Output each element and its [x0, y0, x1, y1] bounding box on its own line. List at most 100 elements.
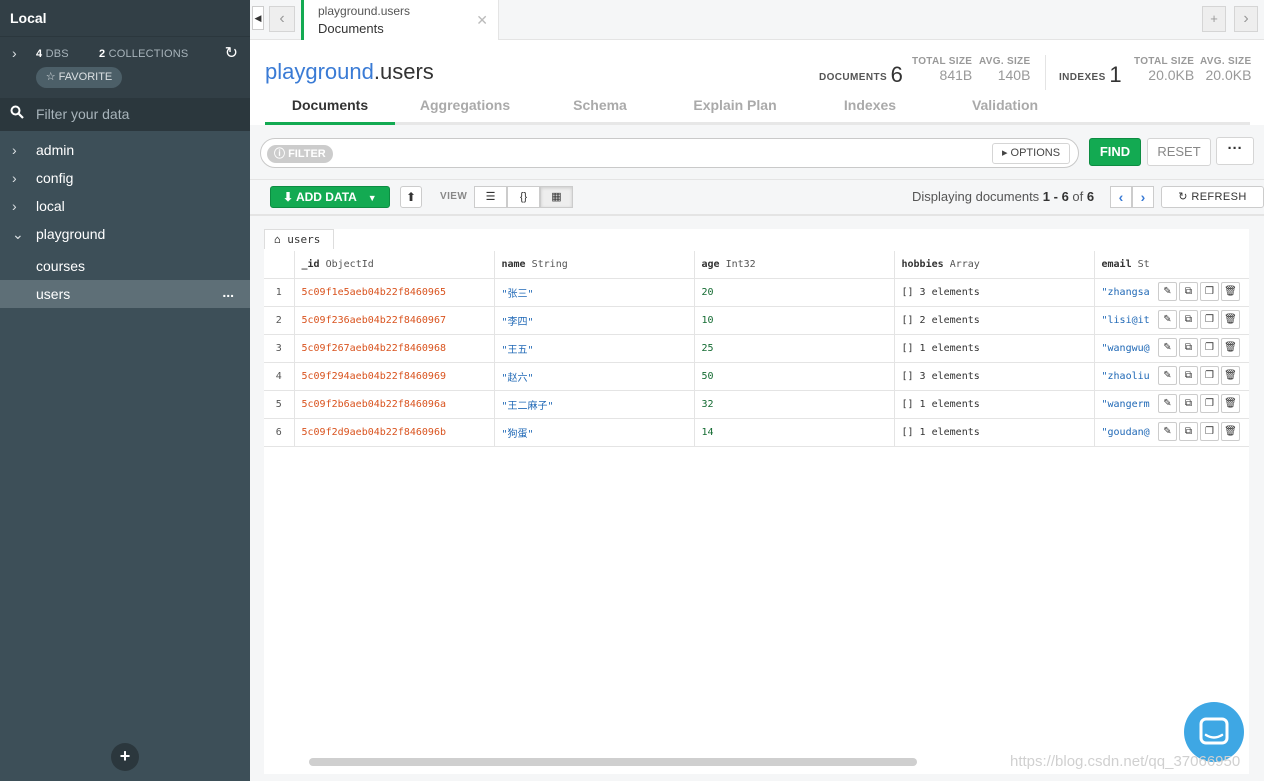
favorite-button[interactable]: ☆ FAVORITE — [36, 67, 122, 88]
trash-icon[interactable]: 🗑 — [1221, 394, 1240, 413]
add-database-button[interactable]: + — [111, 743, 139, 771]
tab-explain-plan[interactable]: Explain Plan — [670, 97, 800, 113]
list-view-icon[interactable]: ☰ — [474, 186, 507, 208]
filter-input[interactable]: ⓘ FILTER ▸ OPTIONS — [260, 138, 1079, 168]
tab-documents[interactable]: Documents — [265, 97, 395, 113]
next-page-button[interactable]: › — [1132, 186, 1154, 208]
cell-hobbies[interactable]: [] 1 elements — [894, 390, 1095, 419]
edit-icon[interactable]: ✎ — [1158, 366, 1177, 385]
table-row[interactable]: 3 5c09f267aeb04b22f8460968 "王五" 25 [] 1 … — [264, 334, 1249, 363]
trash-icon[interactable]: 🗑 — [1221, 338, 1240, 357]
table-row[interactable]: 6 5c09f2d9aeb04b22f846096b "狗蛋" 14 [] 1 … — [264, 418, 1249, 447]
tab-playground-users[interactable]: playground.users Documents ✕ — [301, 0, 499, 40]
sidebar-filter-input[interactable] — [36, 104, 236, 124]
cell-age[interactable]: 25 — [694, 334, 895, 363]
cell-name[interactable]: "王五" — [494, 334, 695, 363]
table-view-icon[interactable]: ▦ — [540, 186, 573, 208]
sidebar-item-admin[interactable]: › admin — [0, 136, 250, 164]
sidebar-item-local[interactable]: › local — [0, 192, 250, 220]
column-header[interactable]: email St — [1094, 251, 1249, 279]
column-header[interactable]: _id ObjectId — [294, 251, 495, 279]
tab-back-button[interactable]: ‹ — [269, 6, 295, 32]
trash-icon[interactable]: 🗑 — [1221, 422, 1240, 441]
copy-icon[interactable]: ⧉ — [1179, 282, 1198, 301]
cell-age[interactable]: 14 — [694, 418, 895, 447]
table-row[interactable]: 2 5c09f236aeb04b22f8460967 "李四" 10 [] 2 … — [264, 306, 1249, 335]
cell-id[interactable]: 5c09f1e5aeb04b22f8460965 — [294, 278, 495, 307]
copy-icon[interactable]: ⧉ — [1179, 394, 1198, 413]
table-row[interactable]: 1 5c09f1e5aeb04b22f8460965 "张三" 20 [] 3 … — [264, 278, 1249, 307]
clone-icon[interactable]: ❐ — [1200, 282, 1219, 301]
tab-indexes[interactable]: Indexes — [805, 97, 935, 113]
copy-icon[interactable]: ⧉ — [1179, 338, 1198, 357]
table-row[interactable]: 5 5c09f2b6aeb04b22f846096a "王二麻子" 32 [] … — [264, 390, 1249, 419]
refresh-icon[interactable]: ↻ — [225, 43, 238, 63]
column-header[interactable]: age Int32 — [694, 251, 895, 279]
collapse-sidebar-button[interactable]: ◀ — [252, 6, 264, 30]
add-data-button[interactable]: ⬇ ADD DATA ▼ — [270, 186, 390, 208]
clone-icon[interactable]: ❐ — [1200, 422, 1219, 441]
connection-title[interactable]: Local — [0, 0, 250, 36]
close-icon[interactable]: ✕ — [476, 12, 488, 29]
column-header[interactable]: name String — [494, 251, 695, 279]
new-tab-button[interactable]: + — [1202, 6, 1226, 32]
cell-name[interactable]: "李四" — [494, 306, 695, 335]
horizontal-scrollbar[interactable] — [309, 758, 917, 766]
sidebar-item-courses[interactable]: courses — [0, 252, 250, 280]
copy-icon[interactable]: ⧉ — [1179, 310, 1198, 329]
trash-icon[interactable]: 🗑 — [1221, 282, 1240, 301]
cell-hobbies[interactable]: [] 2 elements — [894, 306, 1095, 335]
collection-breadcrumb[interactable]: ⌂ users — [264, 229, 334, 249]
cell-hobbies[interactable]: [] 3 elements — [894, 362, 1095, 391]
cell-age[interactable]: 50 — [694, 362, 895, 391]
cell-name[interactable]: "张三" — [494, 278, 695, 307]
refresh-button[interactable]: ↻ REFRESH — [1161, 186, 1264, 208]
cell-age[interactable]: 10 — [694, 306, 895, 335]
chevron-right-icon[interactable]: › — [12, 45, 17, 61]
cell-hobbies[interactable]: [] 1 elements — [894, 334, 1095, 363]
trash-icon[interactable]: 🗑 — [1221, 310, 1240, 329]
cell-hobbies[interactable]: [] 3 elements — [894, 278, 1095, 307]
copy-icon[interactable]: ⧉ — [1179, 366, 1198, 385]
prev-page-button[interactable]: ‹ — [1110, 186, 1132, 208]
options-button[interactable]: ▸ OPTIONS — [992, 143, 1070, 164]
cell-name[interactable]: "狗蛋" — [494, 418, 695, 447]
cell-id[interactable]: 5c09f236aeb04b22f8460967 — [294, 306, 495, 335]
table-row[interactable]: 4 5c09f294aeb04b22f8460969 "赵六" 50 [] 3 … — [264, 362, 1249, 391]
edit-icon[interactable]: ✎ — [1158, 338, 1177, 357]
more-options-button[interactable]: ··· — [1216, 137, 1254, 165]
edit-icon[interactable]: ✎ — [1158, 422, 1177, 441]
edit-icon[interactable]: ✎ — [1158, 394, 1177, 413]
edit-icon[interactable]: ✎ — [1158, 282, 1177, 301]
sidebar-item-users[interactable]: users... — [0, 280, 250, 308]
tab-schema[interactable]: Schema — [535, 97, 665, 113]
cell-name[interactable]: "赵六" — [494, 362, 695, 391]
cell-age[interactable]: 32 — [694, 390, 895, 419]
cell-name[interactable]: "王二麻子" — [494, 390, 695, 419]
upload-icon[interactable]: ⬆ — [400, 186, 422, 208]
cell-hobbies[interactable]: [] 1 elements — [894, 418, 1095, 447]
tab-forward-button[interactable]: › — [1234, 6, 1258, 32]
sidebar-item-config[interactable]: › config — [0, 164, 250, 192]
clone-icon[interactable]: ❐ — [1200, 310, 1219, 329]
cell-id[interactable]: 5c09f2b6aeb04b22f846096a — [294, 390, 495, 419]
sidebar-item-playground[interactable]: ⌄ playground — [0, 220, 250, 248]
clone-icon[interactable]: ❐ — [1200, 366, 1219, 385]
clone-icon[interactable]: ❐ — [1200, 394, 1219, 413]
edit-icon[interactable]: ✎ — [1158, 310, 1177, 329]
collection-menu-button[interactable]: ... — [222, 278, 234, 306]
db-link[interactable]: playground — [265, 59, 374, 84]
cell-id[interactable]: 5c09f2d9aeb04b22f846096b — [294, 418, 495, 447]
clone-icon[interactable]: ❐ — [1200, 338, 1219, 357]
cell-age[interactable]: 20 — [694, 278, 895, 307]
json-view-icon[interactable]: {} — [507, 186, 540, 208]
tab-aggregations[interactable]: Aggregations — [400, 97, 530, 113]
tab-validation[interactable]: Validation — [940, 97, 1070, 113]
reset-button[interactable]: RESET — [1147, 138, 1211, 166]
cell-id[interactable]: 5c09f267aeb04b22f8460968 — [294, 334, 495, 363]
column-header[interactable]: hobbies Array — [894, 251, 1095, 279]
cell-id[interactable]: 5c09f294aeb04b22f8460969 — [294, 362, 495, 391]
trash-icon[interactable]: 🗑 — [1221, 366, 1240, 385]
find-button[interactable]: FIND — [1089, 138, 1141, 166]
copy-icon[interactable]: ⧉ — [1179, 422, 1198, 441]
